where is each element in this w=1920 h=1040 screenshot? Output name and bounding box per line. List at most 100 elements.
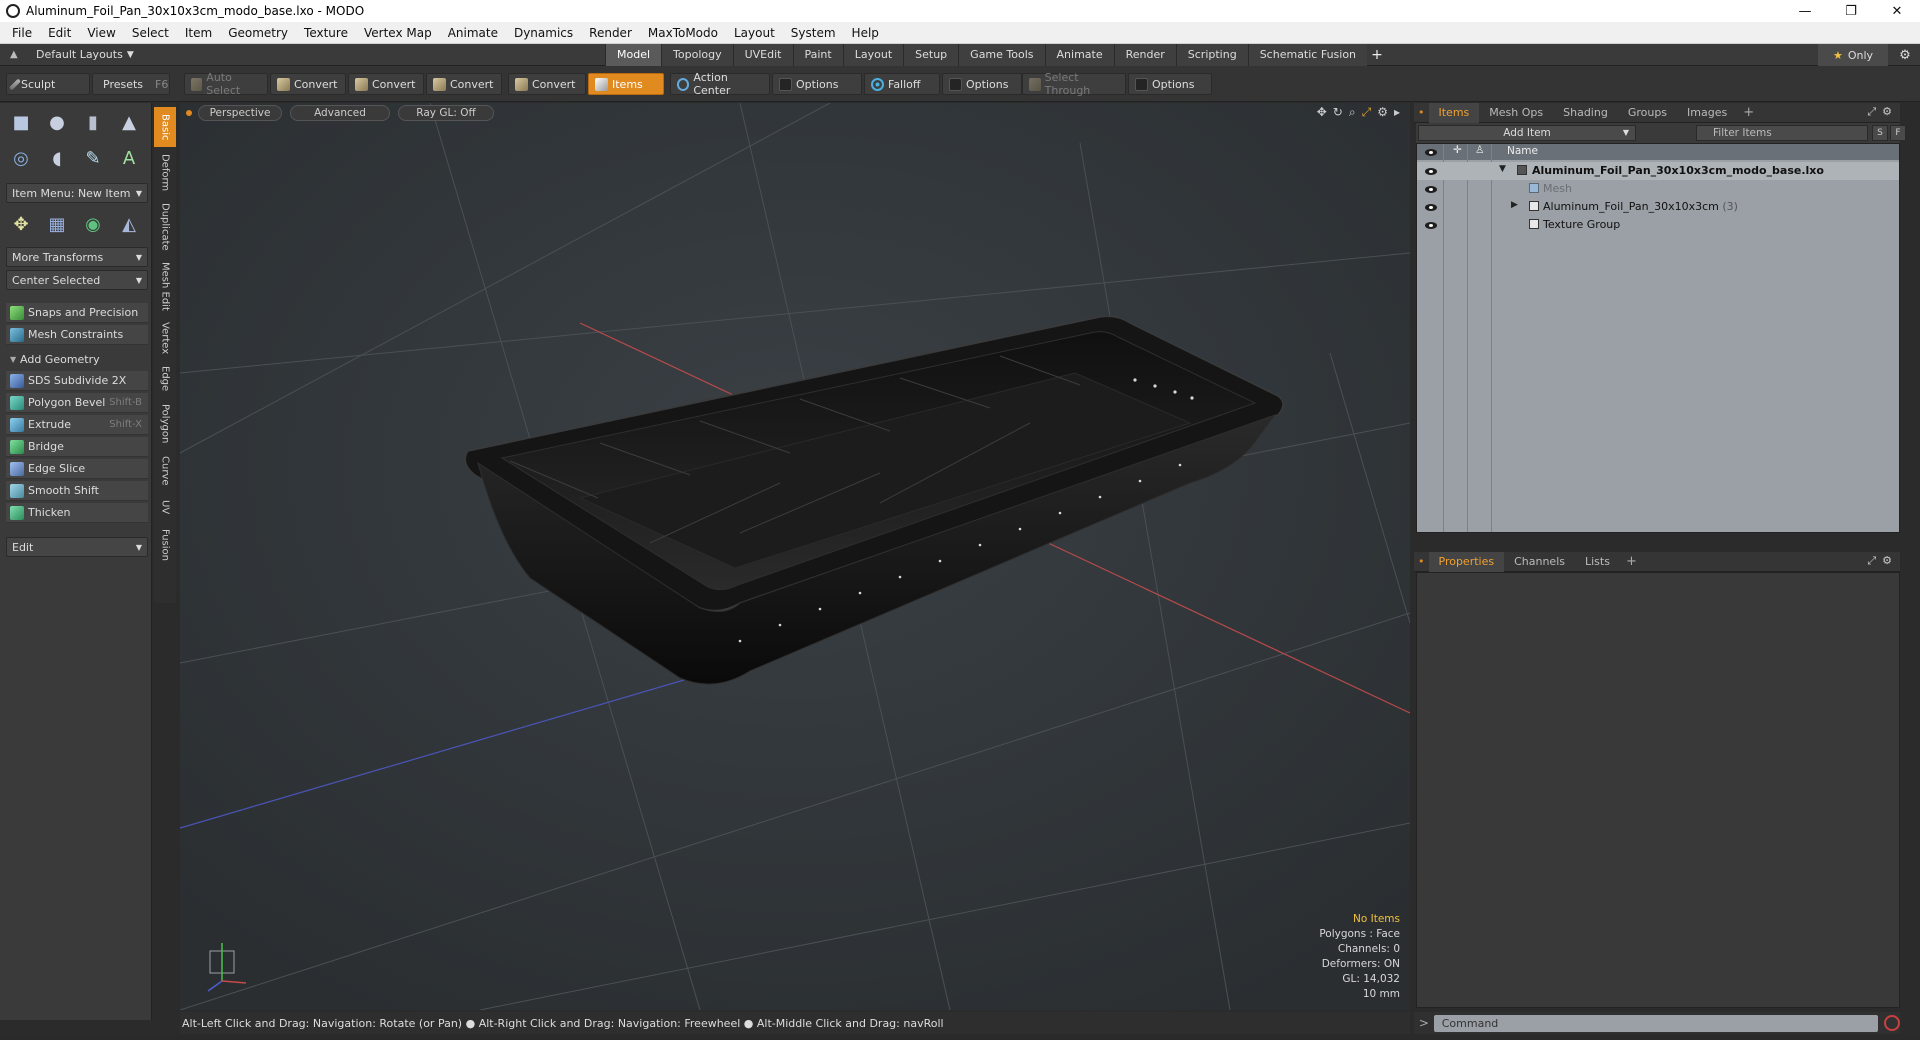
convert-vertices-button[interactable]: Convert [270, 73, 346, 95]
menu-geometry[interactable]: Geometry [220, 22, 296, 44]
add-panel-tab-button[interactable]: + [1737, 105, 1760, 120]
sds-subdivide-button[interactable]: SDS Subdivide 2X [6, 371, 148, 391]
restore-button[interactable]: ❐ [1828, 0, 1874, 22]
type-column-icon[interactable]: ♙ [1475, 144, 1484, 156]
maximize-icon[interactable]: ⤢ [1362, 105, 1372, 120]
action-center-button[interactable]: Action Center [670, 71, 770, 97]
tab-scripting[interactable]: Scripting [1175, 43, 1248, 66]
lock-column-icon[interactable]: ✛ [1453, 144, 1462, 156]
3d-viewport[interactable]: Perspective Advanced Ray GL: Off ✥ ↻ ⌕ ⤢… [180, 103, 1410, 1010]
panel-gear-icon[interactable]: ⚙ [1882, 554, 1892, 568]
auto-select-button[interactable]: Auto Select [184, 71, 268, 97]
tab-model[interactable]: Model [605, 43, 662, 66]
close-button[interactable]: ✕ [1874, 0, 1920, 22]
filter-f-button[interactable]: F [1890, 125, 1906, 141]
tab-channels[interactable]: Channels [1504, 552, 1575, 572]
item-menu-dropdown[interactable]: Item Menu: New Item ▼ [6, 183, 148, 203]
edit-dropdown[interactable]: Edit ▼ [6, 537, 148, 557]
menu-maxtomodo[interactable]: MaxToModo [640, 22, 726, 44]
tree-row-mesh[interactable]: Mesh [1417, 180, 1899, 198]
vtab-mesh-edit[interactable]: Mesh Edit [154, 257, 176, 315]
globe-icon[interactable]: ◉ [78, 209, 108, 239]
menu-render[interactable]: Render [581, 22, 640, 44]
options-button-3[interactable]: Options [1128, 73, 1212, 95]
tab-layout[interactable]: Layout [842, 43, 904, 66]
tab-game-tools[interactable]: Game Tools [958, 43, 1045, 66]
polygon-bevel-button[interactable]: Polygon Bevel Shift-B [6, 393, 148, 413]
extrude-button[interactable]: Extrude Shift-X [6, 415, 148, 435]
vtab-vertex[interactable]: Vertex [154, 317, 176, 359]
panel-menu-dot[interactable]: • [1414, 103, 1429, 123]
viewport-gear-icon[interactable]: ⚙ [1377, 105, 1388, 120]
gear-icon[interactable]: ⚙ [1894, 44, 1916, 66]
add-tab-button[interactable]: + [1367, 44, 1387, 66]
capsule-primitive-icon[interactable]: ◖ [42, 143, 72, 173]
tab-mesh-ops[interactable]: Mesh Ops [1479, 103, 1553, 123]
panel-menu-dot[interactable]: • [1414, 552, 1429, 572]
items-mode-button[interactable]: Items [588, 73, 664, 95]
tab-paint[interactable]: Paint [792, 43, 843, 66]
convert-items-button[interactable]: Convert [508, 73, 586, 95]
expand-icon[interactable]: ⤢ [1867, 105, 1876, 119]
add-panel-tab-button[interactable]: + [1620, 554, 1643, 569]
snaps-precision-button[interactable]: Snaps and Precision [6, 303, 148, 323]
advanced-shading-dropdown[interactable]: Advanced [290, 105, 390, 121]
visibility-eye-icon[interactable] [1425, 202, 1437, 212]
menu-system[interactable]: System [783, 22, 844, 44]
cylinder-primitive-icon[interactable]: ▮ [78, 107, 108, 137]
mesh-constraints-button[interactable]: Mesh Constraints [6, 325, 148, 345]
center-selected-dropdown[interactable]: Center Selected ▼ [6, 270, 148, 290]
falloff-button[interactable]: Falloff [864, 73, 940, 95]
menu-select[interactable]: Select [124, 22, 177, 44]
bridge-button[interactable]: Bridge [6, 437, 148, 457]
select-through-button[interactable]: Select Through [1022, 71, 1126, 97]
default-layouts-dropdown[interactable]: ▲ Default Layouts ▼ [0, 44, 605, 66]
pen-tool-icon[interactable]: ✎ [78, 143, 108, 173]
presets-button[interactable]: Presets F6 [92, 73, 170, 95]
menu-file[interactable]: File [4, 22, 40, 44]
vtab-deform[interactable]: Deform [154, 149, 176, 197]
only-button[interactable]: ★ Only [1818, 44, 1888, 66]
vtab-polygon[interactable]: Polygon [154, 399, 176, 449]
tab-items[interactable]: Items [1428, 102, 1480, 123]
expand-triangle-icon[interactable]: ▶ [1511, 200, 1518, 210]
convert-polygons-button[interactable]: Convert [426, 73, 502, 95]
minimize-button[interactable]: — [1782, 0, 1828, 22]
text-tool-icon[interactable]: A [114, 143, 144, 173]
menu-texture[interactable]: Texture [296, 22, 356, 44]
vtab-edge[interactable]: Edge [154, 361, 176, 397]
tab-images[interactable]: Images [1677, 103, 1737, 123]
vtab-fusion[interactable]: Fusion [154, 523, 176, 567]
torus-primitive-icon[interactable]: ◎ [6, 143, 36, 173]
options-button-2[interactable]: Options [942, 73, 1022, 95]
menu-animate[interactable]: Animate [440, 22, 506, 44]
tab-shading[interactable]: Shading [1553, 103, 1618, 123]
perspective-icon[interactable]: ◭ [114, 209, 144, 239]
add-geometry-section[interactable]: ▼ Add Geometry [6, 349, 148, 369]
transform-icon[interactable]: ✥ [6, 209, 36, 239]
rotate-icon[interactable]: ↻ [1333, 105, 1343, 120]
vtab-uv[interactable]: UV [154, 493, 176, 521]
cube-primitive-icon[interactable]: ■ [6, 107, 36, 137]
tree-row-texture-group[interactable]: Texture Group [1417, 216, 1899, 234]
collapse-up-icon[interactable]: ▲ [10, 49, 22, 60]
vtab-curve[interactable]: Curve [154, 451, 176, 491]
more-transforms-dropdown[interactable]: More Transforms ▼ [6, 247, 148, 267]
expand-icon[interactable]: ⤢ [1867, 554, 1876, 568]
tab-groups[interactable]: Groups [1618, 103, 1677, 123]
visibility-eye-icon[interactable] [1425, 166, 1437, 176]
add-item-dropdown[interactable]: Add Item ▼ [1418, 125, 1636, 141]
tab-lists[interactable]: Lists [1575, 552, 1620, 572]
pan-icon[interactable]: ✥ [1317, 105, 1327, 120]
command-input[interactable]: Command [1433, 1014, 1879, 1032]
grid-icon[interactable]: ▦ [42, 209, 72, 239]
vtab-duplicate[interactable]: Duplicate [154, 199, 176, 255]
filter-s-button[interactable]: S [1872, 125, 1888, 141]
visibility-eye-icon[interactable] [1425, 147, 1437, 157]
cone-primitive-icon[interactable]: ▲ [114, 107, 144, 137]
sculpt-button[interactable]: Sculpt [6, 73, 90, 95]
perspective-dropdown[interactable]: Perspective [198, 105, 282, 121]
viewport-menu-dot[interactable] [186, 110, 192, 116]
thicken-button[interactable]: Thicken [6, 503, 148, 523]
smooth-shift-button[interactable]: Smooth Shift [6, 481, 148, 501]
